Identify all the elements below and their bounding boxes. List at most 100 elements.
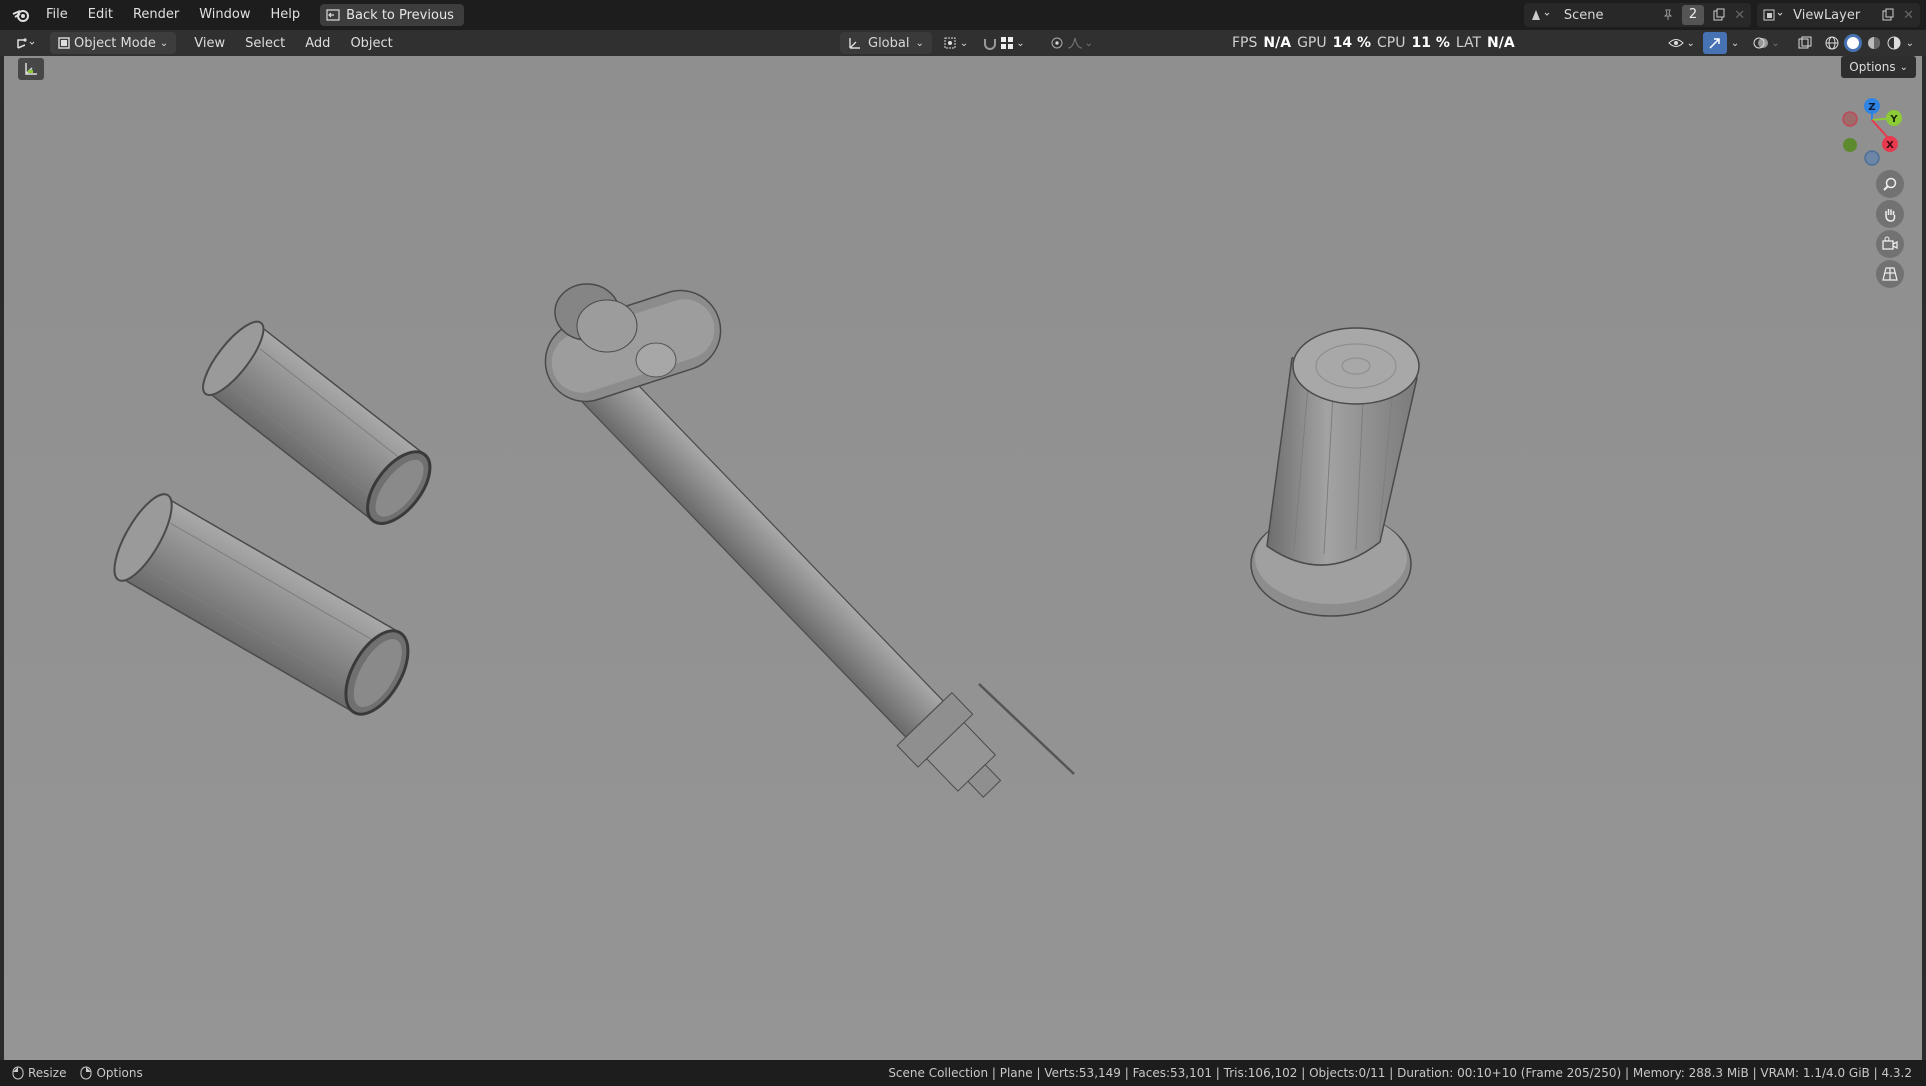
status-bar: Resize Options Scene Collection | Plane …	[0, 1060, 1926, 1086]
active-tool-button[interactable]	[18, 58, 44, 80]
gizmo-toggle[interactable]	[1702, 32, 1727, 54]
performance-stats: FPS N/A GPU 14 % CPU 11 % LAT N/A	[1232, 30, 1515, 56]
orientation-label: Global	[868, 35, 910, 51]
chevron-down-icon[interactable]: ⌄	[1731, 38, 1739, 49]
editor-type-button[interactable]	[10, 32, 44, 54]
scene-selector[interactable]: Scene 2 ✕	[1523, 3, 1752, 27]
menu-view[interactable]: View	[184, 36, 235, 51]
transform-tools: Global ⌄ ⌄ ⌄ ⌄	[840, 32, 1097, 54]
options-hint-label: Options	[96, 1066, 143, 1080]
chevron-down-icon: ⌄	[1016, 37, 1025, 49]
menu-edit[interactable]: Edit	[78, 0, 123, 30]
fps-label: FPS	[1232, 35, 1258, 51]
visibility-dropdown[interactable]: ⌄	[1664, 32, 1698, 54]
proportional-editing-toggle[interactable]: ⌄	[1045, 32, 1097, 54]
grid-icon	[1882, 267, 1898, 281]
viewport-scene: Z Y X	[4, 56, 1922, 1060]
x-axis-label: X	[1886, 140, 1894, 151]
object-mode-icon	[58, 37, 70, 49]
pin-icon[interactable]	[1662, 9, 1674, 21]
menu-object[interactable]: Object	[340, 36, 402, 51]
view-layer-selector[interactable]: ViewLayer ✕	[1757, 3, 1920, 27]
shading-modes: ⌄	[1820, 32, 1918, 54]
viewport-options-button[interactable]: Options ⌄	[1841, 56, 1916, 78]
back-button-label: Back to Previous	[346, 7, 454, 23]
overlays-icon	[1753, 37, 1769, 49]
cpu-label: CPU	[1377, 35, 1406, 51]
magnet-icon	[984, 39, 997, 50]
chevron-down-icon: ⌄	[159, 37, 169, 49]
material-preview-shading-icon[interactable]	[1866, 35, 1882, 51]
object-mode-dropdown[interactable]: Object Mode ⌄	[50, 32, 177, 54]
transform-orientation-dropdown[interactable]: Global ⌄	[840, 32, 932, 54]
menu-help[interactable]: Help	[261, 0, 311, 30]
falloff-curve-icon	[1067, 37, 1082, 49]
chevron-down-icon: ⌄	[1899, 61, 1908, 73]
negative-x-axis-icon[interactable]	[1842, 111, 1858, 127]
viewport-display-tools: ⌄ ⌄ ⌄ ⌄	[1664, 32, 1918, 54]
menu-add[interactable]: Add	[295, 36, 340, 51]
blender-logo-icon[interactable]	[6, 0, 36, 30]
chevron-down-icon: ⌄	[1084, 37, 1094, 49]
view-layer-name-field[interactable]: ViewLayer	[1793, 8, 1873, 23]
delete-scene-icon[interactable]: ✕	[1734, 8, 1745, 23]
scene-icon	[1531, 10, 1550, 20]
new-scene-icon[interactable]	[1712, 8, 1726, 22]
delete-view-layer-icon[interactable]: ✕	[1903, 8, 1914, 23]
new-view-layer-icon[interactable]	[1881, 8, 1895, 22]
cpu-value: 11 %	[1411, 35, 1450, 51]
fps-value: N/A	[1263, 35, 1292, 51]
chevron-down-icon[interactable]: ⌄	[1906, 38, 1914, 49]
chevron-down-icon: ⌄	[959, 37, 969, 49]
solid-shading-icon[interactable]	[1843, 34, 1862, 52]
negative-z-axis-icon[interactable]	[1864, 150, 1880, 166]
options-label: Options	[1849, 60, 1896, 74]
viewport-header: Object Mode ⌄ View Select Add Object Glo…	[0, 30, 1926, 56]
gpu-value: 14 %	[1332, 35, 1371, 51]
z-axis-label: Z	[1868, 102, 1875, 113]
xray-toggle[interactable]	[1794, 32, 1816, 54]
proportional-editing-icon	[1051, 37, 1063, 49]
perspective-toggle-button[interactable]	[1876, 260, 1904, 288]
lat-value: N/A	[1487, 35, 1515, 51]
overlays-toggle[interactable]: ⌄	[1749, 32, 1783, 54]
menu-file[interactable]: File	[36, 0, 78, 30]
chevron-down-icon: ⌄	[915, 37, 924, 49]
snap-increment-icon	[1001, 37, 1014, 49]
pivot-icon	[944, 37, 956, 49]
scene-name-field[interactable]: Scene	[1559, 7, 1654, 23]
chevron-down-icon: ⌄	[1771, 37, 1780, 49]
3d-viewport[interactable]: Z Y X Options ⌄	[4, 56, 1922, 1060]
orientation-icon	[849, 38, 860, 49]
pivot-point-dropdown[interactable]: ⌄	[938, 32, 972, 54]
wireframe-shading-icon[interactable]	[1824, 35, 1840, 51]
options-hint: Options	[80, 1066, 143, 1080]
mode-label: Object Mode	[74, 35, 156, 51]
mouse-left-icon	[12, 1066, 24, 1080]
snap-toggle[interactable]: ⌄	[978, 32, 1028, 54]
gizmo-icon	[1709, 38, 1720, 49]
menu-window[interactable]: Window	[189, 0, 260, 30]
scene-user-count: 2	[1681, 5, 1705, 25]
transform-tool-icon	[25, 63, 37, 75]
y-axis-label: Y	[1889, 114, 1898, 125]
gpu-label: GPU	[1297, 35, 1327, 51]
top-menu-bar: File Edit Render Window Help Back to Pre…	[0, 0, 1926, 30]
mouse-right-icon	[80, 1066, 92, 1080]
rendered-shading-icon[interactable]	[1886, 35, 1902, 51]
zoom-button[interactable]	[1876, 170, 1904, 198]
eye-icon	[1668, 39, 1685, 47]
back-icon	[326, 9, 340, 21]
lat-label: LAT	[1455, 35, 1482, 51]
menu-select[interactable]: Select	[235, 36, 295, 51]
resize-hint: Resize	[12, 1066, 66, 1080]
pan-button[interactable]	[1876, 200, 1904, 228]
hand-icon	[1885, 209, 1896, 222]
zoom-icon	[1883, 177, 1897, 191]
menu-render[interactable]: Render	[123, 0, 189, 30]
back-to-previous-button[interactable]: Back to Previous	[320, 4, 464, 26]
negative-y-axis-icon[interactable]	[1843, 138, 1857, 152]
resize-label: Resize	[28, 1066, 67, 1080]
camera-icon	[1882, 236, 1898, 250]
camera-view-button[interactable]	[1876, 230, 1904, 258]
